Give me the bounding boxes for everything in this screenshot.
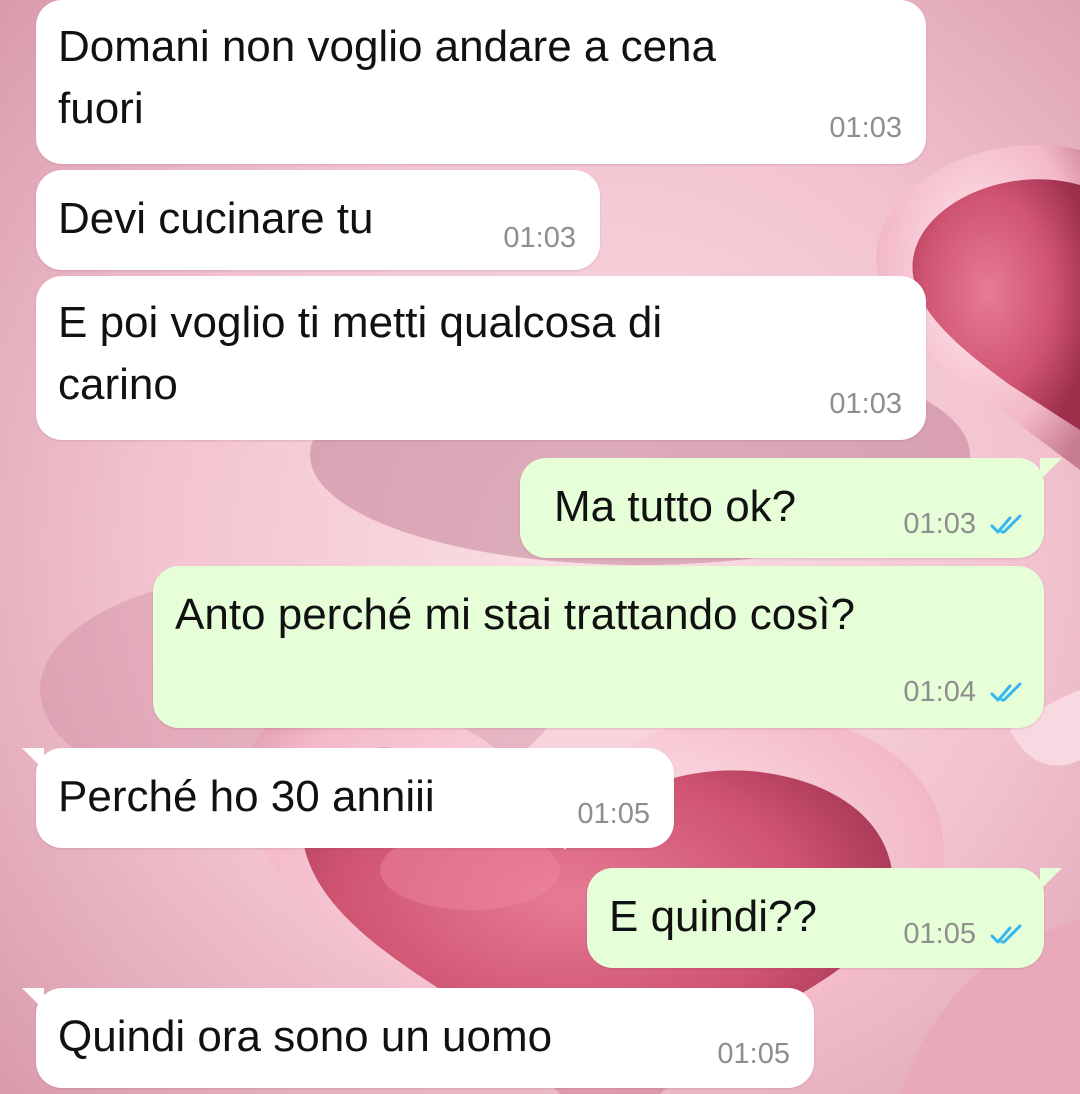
incoming-message-bubble[interactable]: Quindi ora sono un uomo 01:05 [22,988,814,1088]
message-text: Domani non voglio andare a cena fuori [58,22,717,133]
incoming-message-bubble[interactable]: Domani non voglio andare a cena fuori 01… [36,0,926,164]
message-timestamp: 01:03 [903,508,976,540]
chat-conversation: Domani non voglio andare a cena fuori 01… [0,0,1080,1094]
message-timestamp: 01:03 [829,112,902,144]
message-text: Ma tutto ok? [554,482,797,531]
message-text: Quindi ora sono un uomo [58,1012,553,1061]
message-text: E quindi?? [609,892,817,941]
message-text: Anto perché mi stai trattando così? [175,590,855,639]
incoming-message-bubble[interactable]: E poi voglio ti metti qualcosa di carino… [36,276,926,440]
message-text: Perché ho 30 anniii [58,772,435,821]
double-check-read-icon [990,924,1024,946]
double-check-read-icon [990,514,1024,536]
outgoing-message-bubble[interactable]: Ma tutto ok? 01:03 [520,458,1062,558]
double-check-read-icon [990,682,1024,704]
outgoing-message-bubble[interactable]: Anto perché mi stai trattando così? 01:0… [153,566,1044,728]
incoming-message-bubble[interactable]: Perché ho 30 anniii 01:05 [22,748,674,848]
message-text: E poi voglio ti metti qualcosa di carino [58,298,663,409]
outgoing-message-bubble[interactable]: E quindi?? 01:05 [587,868,1062,968]
message-text: Devi cucinare tu [58,194,374,243]
message-timestamp: 01:05 [577,798,650,830]
incoming-message-bubble[interactable]: Devi cucinare tu 01:03 [36,170,600,270]
message-timestamp: 01:03 [829,388,902,420]
message-timestamp: 01:04 [903,676,976,708]
message-timestamp: 01:05 [717,1038,790,1070]
message-timestamp: 01:05 [903,918,976,950]
message-timestamp: 01:03 [503,222,576,254]
